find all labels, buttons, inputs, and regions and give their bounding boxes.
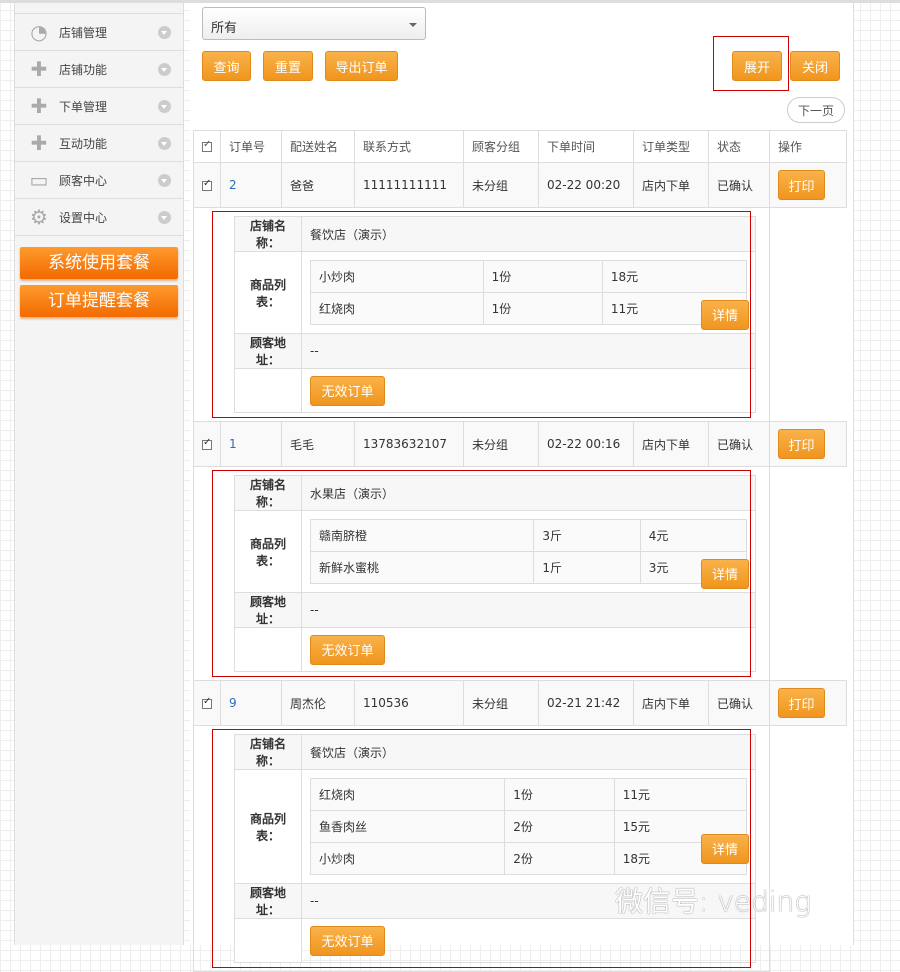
order-group: 未分组	[463, 680, 539, 726]
row-checkbox[interactable]	[193, 421, 221, 467]
order-name: 毛毛	[281, 421, 355, 467]
order-id: 2	[220, 162, 282, 208]
system-package-button[interactable]: 系统使用套餐	[20, 247, 178, 279]
sidebar-item[interactable]: ▭ 顾客中心	[15, 161, 183, 198]
column-header: 配送姓名	[281, 130, 355, 163]
close-button[interactable]: 关闭	[790, 51, 840, 81]
order-name: 周杰伦	[281, 680, 355, 726]
select-all-checkbox[interactable]	[193, 130, 221, 163]
order-row: 9周杰伦110536未分组02-21 21:42店内下单已确认打印	[193, 680, 847, 726]
next-page-button[interactable]: 下一页	[787, 97, 845, 123]
order-status: 已确认	[708, 680, 770, 726]
order-detail-row: 店铺名称： 水果店（演示） 商品列表： 赣南脐橙 3斤 4元 新鲜水蜜桃 1斤 3元 顾客地址…	[193, 466, 847, 681]
pie-chart-icon: ◔	[30, 20, 48, 44]
column-header: 订单号	[220, 130, 282, 163]
order-group: 未分组	[463, 421, 539, 467]
order-row: 2爸爸11111111111未分组02-22 00:20店内下单已确认打印	[193, 162, 847, 208]
reset-button[interactable]: 重置	[263, 51, 313, 81]
gear-icon: ⚙	[30, 205, 48, 229]
chevron-down-icon[interactable]	[158, 99, 171, 113]
sidebar: ◔ 店铺管理 ✚ 店铺功能 ✚ 下单管理 ✚ 互动功能 ▭ 顾客中心 ⚙ 设置中心 系统使用套餐 订单…	[14, 3, 184, 945]
order-id: 1	[220, 421, 282, 467]
plus-icon: ✚	[30, 131, 48, 155]
order-phone: 110536	[354, 680, 464, 726]
order-time: 02-22 00:20	[538, 162, 634, 208]
sidebar-item[interactable]: ⚙ 设置中心	[15, 198, 183, 235]
column-header: 状态	[708, 130, 770, 163]
plus-icon: ✚	[30, 57, 48, 81]
chevron-down-icon[interactable]	[158, 25, 171, 39]
chevron-down-icon[interactable]	[158, 62, 171, 76]
plus-icon: ✚	[30, 94, 48, 118]
highlight-box	[212, 729, 751, 968]
print-button[interactable]: 打印	[778, 429, 825, 459]
order-phone: 13783632107	[354, 421, 464, 467]
order-name: 爸爸	[281, 162, 355, 208]
sidebar-item-label: 下单管理	[59, 99, 108, 114]
order-status: 已确认	[708, 421, 770, 467]
column-header: 顾客分组	[463, 130, 539, 163]
order-type: 店内下单	[633, 162, 709, 208]
order-id: 9	[220, 680, 282, 726]
sidebar-item[interactable]: ✚ 店铺功能	[15, 50, 183, 87]
watermark: 微信号: veding	[615, 885, 812, 918]
main-panel: 所有 查询 重置 导出订单 展开 关闭 下一页 订单号配送姓名联系方式顾客分组下…	[190, 3, 854, 972]
sidebar-item[interactable]: ✚ 下单管理	[15, 87, 183, 124]
filter-select[interactable]: 所有	[202, 7, 426, 40]
sidebar-item-label: 顾客中心	[59, 173, 108, 188]
column-header: 操作	[769, 130, 847, 163]
order-phone: 11111111111	[354, 162, 464, 208]
order-alert-package-button[interactable]: 订单提醒套餐	[20, 285, 178, 317]
print-button[interactable]: 打印	[778, 170, 825, 200]
export-orders-button[interactable]: 导出订单	[325, 51, 398, 81]
order-time: 02-22 00:16	[538, 421, 634, 467]
column-header: 下单时间	[538, 130, 634, 163]
order-detail-row: 店铺名称： 餐饮店（演示） 商品列表： 红烧肉 1份 11元 鱼香肉丝 2份 15元 小炒肉 2份…	[193, 725, 847, 972]
sidebar-item-label: 互动功能	[59, 136, 108, 151]
inbox-icon: ▭	[29, 168, 49, 192]
highlight-box	[212, 470, 751, 677]
order-status: 已确认	[708, 162, 770, 208]
chevron-down-icon[interactable]	[158, 210, 171, 224]
sidebar-item[interactable]: ✚ 互动功能	[15, 124, 183, 161]
print-button[interactable]: 打印	[778, 688, 825, 718]
chevron-down-icon[interactable]	[158, 173, 171, 187]
highlight-box	[212, 211, 751, 418]
row-checkbox[interactable]	[193, 162, 221, 208]
query-button[interactable]: 查询	[202, 51, 251, 81]
sidebar-item-label: 店铺功能	[59, 62, 108, 77]
order-time: 02-21 21:42	[538, 680, 634, 726]
order-type: 店内下单	[633, 421, 709, 467]
column-header: 联系方式	[354, 130, 464, 163]
column-header: 订单类型	[633, 130, 709, 163]
order-group: 未分组	[463, 162, 539, 208]
sidebar-item-label: 店铺管理	[59, 25, 108, 40]
order-type: 店内下单	[633, 680, 709, 726]
orders-table: 订单号配送姓名联系方式顾客分组下单时间订单类型状态操作 2爸爸111111111…	[193, 130, 847, 972]
chevron-down-icon[interactable]	[158, 136, 171, 150]
expand-button[interactable]: 展开	[732, 51, 782, 81]
sidebar-item-label: 设置中心	[59, 210, 108, 225]
order-detail-row: 店铺名称： 餐饮店（演示） 商品列表： 小炒肉 1份 18元 红烧肉 1份 11元 顾客地址：…	[193, 207, 847, 422]
row-checkbox[interactable]	[193, 680, 221, 726]
order-row: 1毛毛13783632107未分组02-22 00:16店内下单已确认打印	[193, 421, 847, 467]
sidebar-item[interactable]: ◔ 店铺管理	[15, 13, 183, 50]
